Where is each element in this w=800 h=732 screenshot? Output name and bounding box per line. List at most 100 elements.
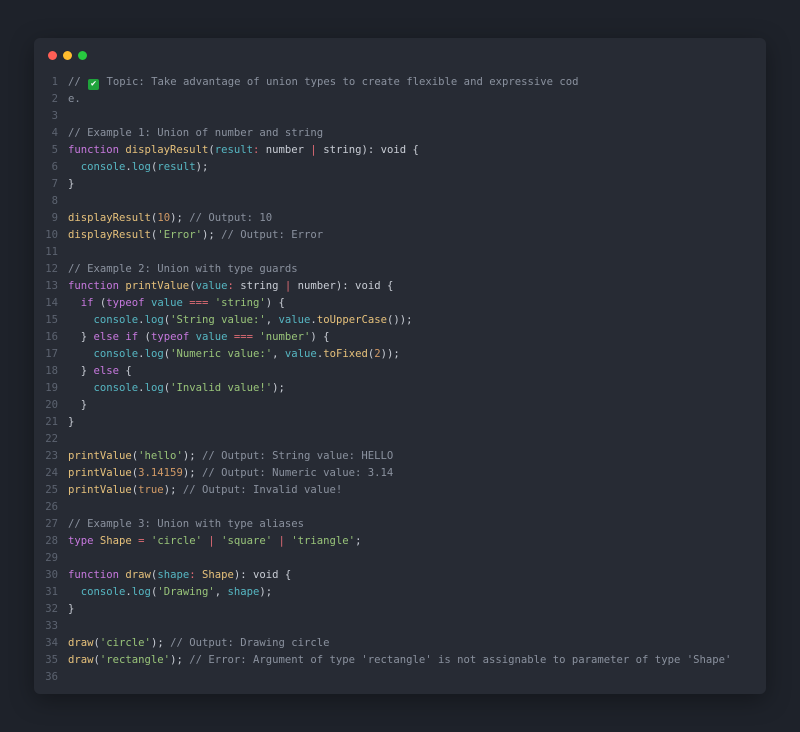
line-number: 14: [45, 297, 58, 309]
code-line-text: draw('rectangle'); // Error: Argument of…: [68, 652, 766, 669]
close-button[interactable]: [48, 51, 57, 60]
line-number: 15: [45, 314, 58, 326]
code-token-plain: );: [182, 450, 202, 462]
code-token-plain: string): void {: [316, 144, 419, 156]
code-token-plain: );: [195, 161, 209, 173]
code-token-plain: }: [68, 603, 75, 615]
code-token-number: 3.14159: [138, 467, 183, 479]
code-token-plain: );: [170, 654, 190, 666]
code-token-type: Shape: [201, 569, 234, 581]
line-number: 16: [45, 331, 58, 343]
code-token-string: 'hello': [138, 450, 183, 462]
code-token-plain: ,: [214, 586, 228, 598]
code-token-plain: );: [182, 467, 202, 479]
code-token-param: shape: [157, 569, 190, 581]
code-line: 22: [34, 431, 766, 448]
code-line: 2 e.: [34, 91, 766, 108]
code-token-func: toFixed: [323, 348, 368, 360]
maximize-button[interactable]: [78, 51, 87, 60]
code-token-string: 'Numeric value:': [170, 348, 273, 360]
code-token-plain: ());: [386, 314, 413, 326]
code-token-plain: );: [201, 229, 222, 241]
code-line-text: // ✔ Topic: Take advantage of union type…: [68, 74, 766, 91]
code-line: 12 // Example 2: Union with type guards: [34, 261, 766, 278]
code-line: 19 console.log('Invalid value!');: [34, 380, 766, 397]
code-token-param: log: [131, 161, 151, 173]
code-line-text: }: [68, 397, 766, 414]
line-number: 34: [45, 637, 58, 649]
code-line: 7}: [34, 176, 766, 193]
line-number: 19: [45, 382, 58, 394]
line-number: 27: [45, 518, 58, 530]
code-token-plain: ): void {: [233, 569, 292, 581]
code-token-func: draw: [68, 654, 94, 666]
code-line-text: printValue(3.14159); // Output: Numeric …: [68, 465, 766, 482]
line-number: 7: [51, 178, 58, 190]
code-line: 8: [34, 193, 766, 210]
code-token-op: :: [189, 569, 202, 581]
code-line: 26: [34, 499, 766, 516]
code-token-string: 'triangle': [284, 535, 356, 547]
code-token-comment: // Output: Numeric value: 3.14: [201, 467, 394, 479]
code-line-text: type Shape = 'circle' | 'square' | 'tria…: [68, 533, 766, 550]
code-token-plain: number): void {: [291, 280, 394, 292]
check-icon: ✔: [88, 79, 100, 90]
code-line: 25 printValue(true); // Output: Invalid v…: [34, 482, 766, 499]
code-token-func: displayResult: [68, 229, 151, 241]
code-line: 10 displayResult('Error'); // Output: Err…: [34, 227, 766, 244]
code-token-keyword: if: [68, 297, 100, 309]
line-number: 2: [51, 93, 58, 105]
code-token-param: value: [195, 331, 234, 343]
code-line-text: draw('circle'); // Output: Drawing circl…: [68, 635, 766, 652]
code-token-comment: // Output: Invalid value!: [182, 484, 343, 496]
code-token-param: console: [68, 348, 139, 360]
code-line-text: }: [68, 414, 766, 431]
line-number: 1: [51, 76, 58, 88]
code-token-op: ===: [189, 297, 209, 309]
code-line: 31 console.log('Drawing', shape);: [34, 584, 766, 601]
code-line: 18 } else {: [34, 363, 766, 380]
code-token-comment: e.: [68, 93, 81, 105]
code-editor[interactable]: 1 // ✔ Topic: Take advantage of union typ…: [34, 74, 766, 686]
line-number: 32: [45, 603, 58, 615]
code-token-number: true: [138, 484, 164, 496]
line-number: 5: [51, 144, 58, 156]
code-token-plain: }: [68, 416, 75, 428]
code-token-func: draw: [68, 637, 94, 649]
code-line-text: function displayResult(result: number | …: [68, 142, 766, 159]
line-number: 4: [51, 127, 58, 139]
code-token-comment: // Example 2: Union with type guards: [68, 263, 298, 275]
code-token-comment: // Output: String value: HELLO: [201, 450, 394, 462]
line-number: 33: [45, 620, 58, 632]
code-token-string: 'String value:': [170, 314, 266, 326]
line-number: 17: [45, 348, 58, 360]
code-token-plain: }: [68, 178, 75, 190]
code-token-plain: number: [265, 144, 311, 156]
code-token-type: Shape: [99, 535, 139, 547]
code-line: 27 // Example 3: Union with type aliases: [34, 516, 766, 533]
code-token-param: value: [195, 280, 228, 292]
code-token-comment: // Example 1: Union of number and string: [68, 127, 324, 139]
line-number: 20: [45, 399, 58, 411]
code-token-comment: // Output: Error: [221, 229, 324, 241]
code-line-text: // Example 2: Union with type guards: [68, 261, 766, 278]
code-line: 14 if (typeof value === 'string') {: [34, 295, 766, 312]
line-number: 8: [51, 195, 58, 207]
code-token-plain: );: [163, 484, 183, 496]
minimize-button[interactable]: [63, 51, 72, 60]
code-token-plain: ;: [355, 535, 362, 547]
code-token-param: console: [68, 314, 139, 326]
code-line-text: // Example 3: Union with type aliases: [68, 516, 766, 533]
line-number: 36: [45, 671, 58, 683]
code-line-text: if (typeof value === 'string') {: [68, 295, 766, 312]
code-token-func: printValue: [68, 467, 132, 479]
code-token-plain: }: [68, 365, 94, 377]
code-line-text: } else if (typeof value === 'number') {: [68, 329, 766, 346]
code-line-text: console.log('String value:', value.toUpp…: [68, 312, 766, 329]
code-line: 4 // Example 1: Union of number and strin…: [34, 125, 766, 142]
line-number: 23: [45, 450, 58, 462]
code-line-text: displayResult(10); // Output: 10: [68, 210, 766, 227]
code-token-plain: string: [240, 280, 285, 292]
